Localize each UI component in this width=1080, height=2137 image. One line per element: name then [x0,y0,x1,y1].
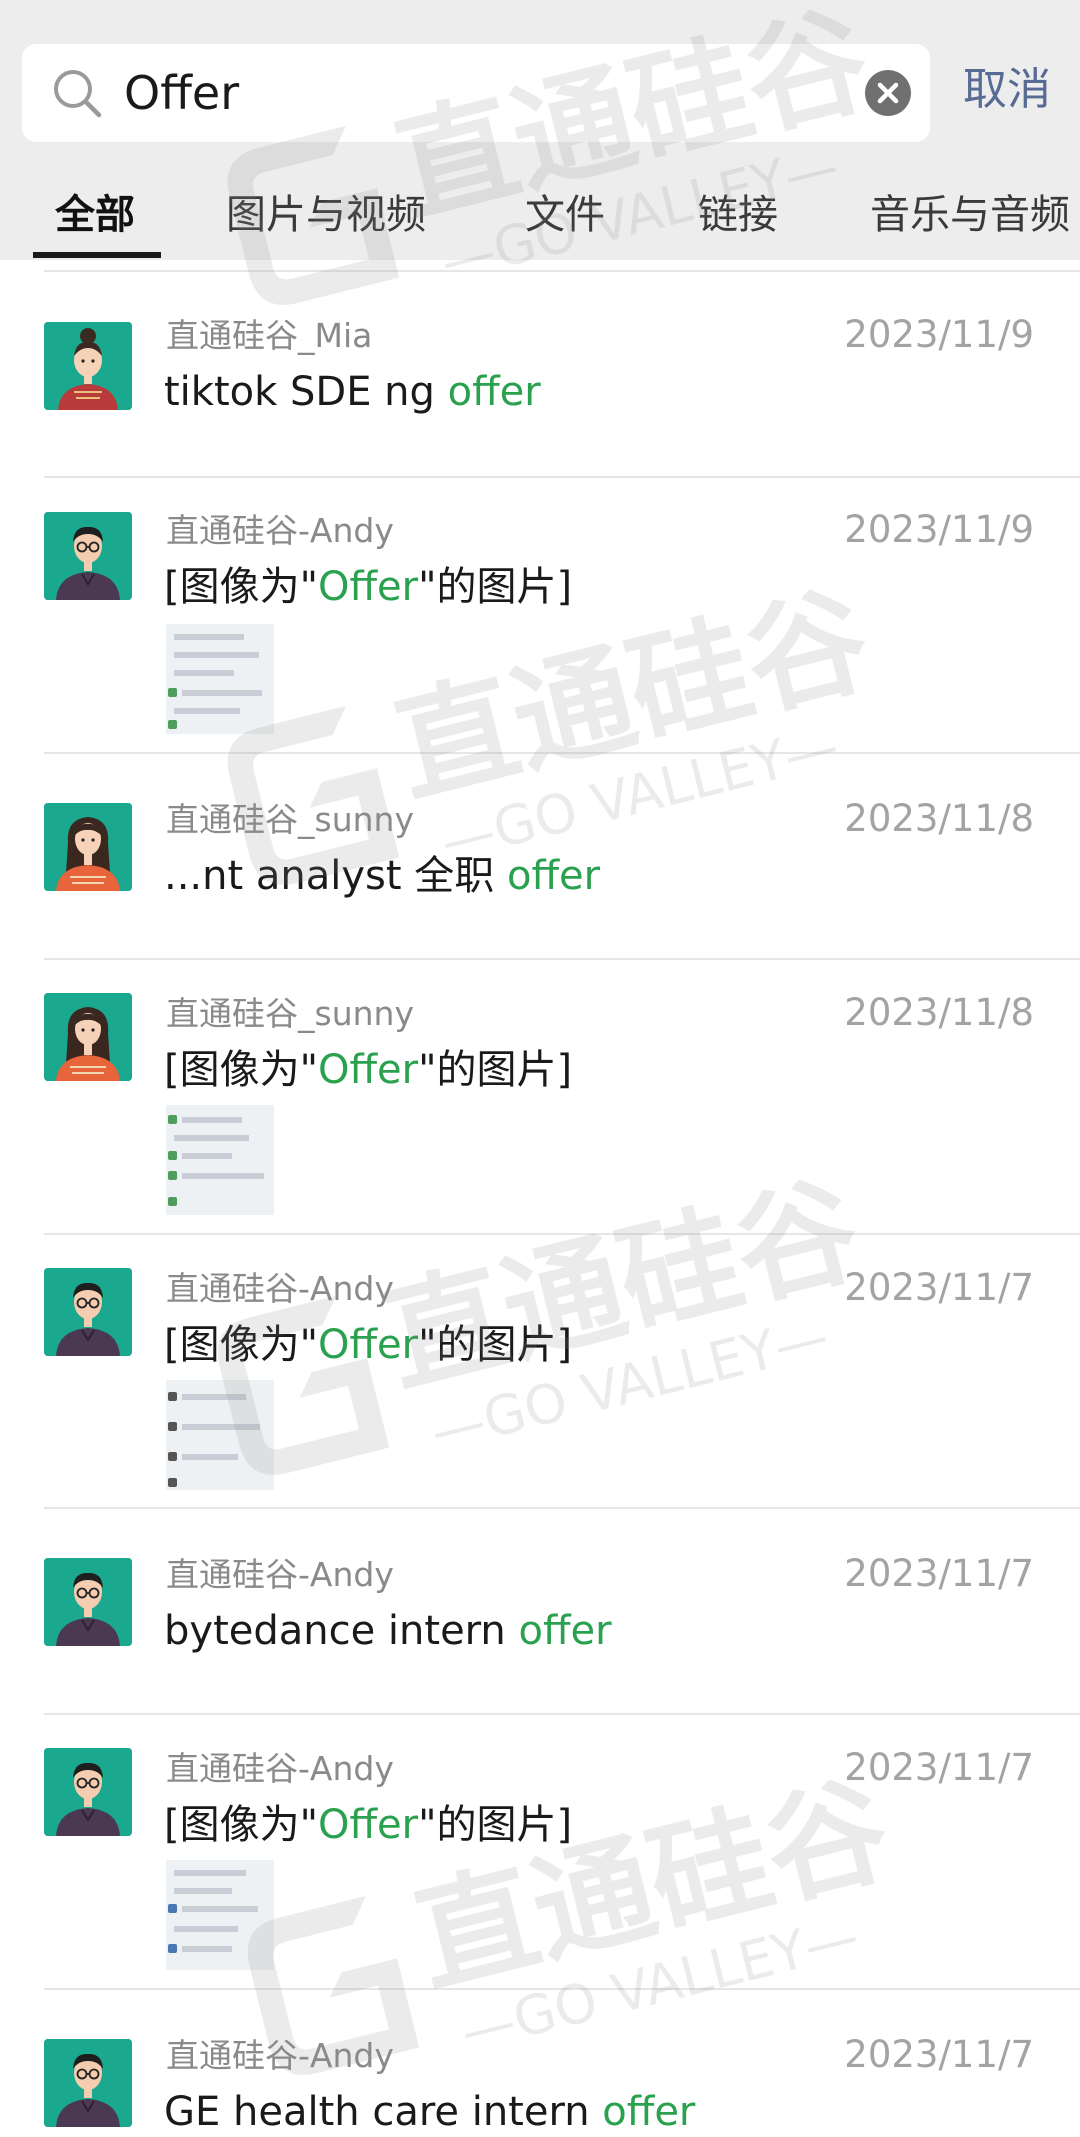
active-tab-indicator [33,252,161,258]
avatar-man-glasses-purple-icon [44,1268,132,1356]
tab-music-audio[interactable]: 音乐与音频 [870,185,1070,245]
search-box[interactable]: Offer [22,44,930,142]
highlight-keyword: Offer [318,1047,419,1093]
avatar [44,322,132,410]
highlight-keyword: offer [507,853,601,899]
search-header: Offer 取消 全部 图片与视频 文件 链接 音乐与音频 [0,0,1080,260]
sender-name: 直通硅谷-Andy [166,1749,394,1788]
clear-button[interactable] [865,70,911,116]
watermark: 直通硅谷 —GO VALLEY— [227,590,882,885]
image-thumbnail[interactable] [166,1860,274,1970]
highlight-keyword: Offer [318,564,419,610]
search-icon [54,70,102,118]
avatar [44,993,132,1081]
avatar-man-glasses-purple-icon [44,1748,132,1836]
sender-name: 直通硅谷-Andy [166,1269,394,1308]
sender-name: 直通硅谷_sunny [166,800,414,839]
watermark-tagline: —GO VALLEY— [434,714,844,874]
avatar [44,512,132,600]
cancel-button[interactable]: 取消 [963,60,1051,120]
message-text: tiktok SDE ng offer [164,369,541,415]
avatar-man-glasses-purple-icon [44,1558,132,1646]
highlight-keyword: Offer [318,1322,419,1368]
avatar-man-glasses-purple-icon [44,512,132,600]
divider [44,958,1080,960]
watermark-tagline: —GO VALLEY— [454,1904,864,2064]
message-date: 2023/11/7 [844,1552,1034,1595]
tab-links[interactable]: 链接 [698,185,778,245]
divider [44,476,1080,478]
avatar [44,1558,132,1646]
message-text: [图像为"Offer"的图片] [164,1047,573,1093]
watermark-brand: 直通硅谷 [372,1180,871,1411]
divider [44,1507,1080,1509]
divider [44,752,1080,754]
message-text: [图像为"Offer"的图片] [164,1322,573,1368]
message-date: 2023/11/7 [844,2033,1034,2076]
message-date: 2023/11/7 [844,1746,1034,1789]
message-date: 2023/11/9 [844,508,1034,551]
image-thumbnail[interactable] [166,1380,274,1490]
avatar [44,803,132,891]
message-date: 2023/11/8 [844,991,1034,1034]
avatar [44,2039,132,2127]
avatar [44,1268,132,1356]
highlight-keyword: offer [447,369,541,415]
message-date: 2023/11/7 [844,1266,1034,1309]
watermark-brand: 直通硅谷 [382,590,881,821]
highlight-keyword: Offer [318,1802,419,1848]
sender-name: 直通硅谷-Andy [166,2036,394,2075]
divider [44,1233,1080,1235]
sender-name: 直通硅谷_Mia [166,316,373,355]
message-text: [图像为"Offer"的图片] [164,564,573,610]
message-date: 2023/11/9 [844,313,1034,356]
divider [44,270,1080,272]
sender-name: 直通硅谷-Andy [166,511,394,550]
divider [44,1988,1080,1990]
tab-images-videos[interactable]: 图片与视频 [226,185,426,245]
message-text: bytedance intern offer [164,1608,612,1654]
avatar-man-glasses-purple-icon [44,2039,132,2127]
avatar [44,1748,132,1836]
sender-name: 直通硅谷_sunny [166,994,414,1033]
highlight-keyword: offer [602,2089,696,2135]
avatar-woman-long-hair-orange-icon [44,803,132,891]
avatar-woman-bun-red-icon [44,322,132,410]
message-text: [图像为"Offer"的图片] [164,1802,573,1848]
image-thumbnail[interactable] [166,1105,274,1215]
clear-icon [877,82,899,104]
tab-all[interactable]: 全部 [55,185,135,245]
divider [44,1713,1080,1715]
image-thumbnail[interactable] [166,624,274,734]
highlight-keyword: offer [518,1608,612,1654]
tab-files[interactable]: 文件 [525,185,605,245]
message-text: ...nt analyst 全职 offer [164,853,601,899]
message-text: GE health care intern offer [164,2089,696,2135]
message-date: 2023/11/8 [844,797,1034,840]
sender-name: 直通硅谷-Andy [166,1555,394,1594]
avatar-woman-long-hair-orange-icon [44,993,132,1081]
search-input[interactable]: Offer [124,44,864,142]
